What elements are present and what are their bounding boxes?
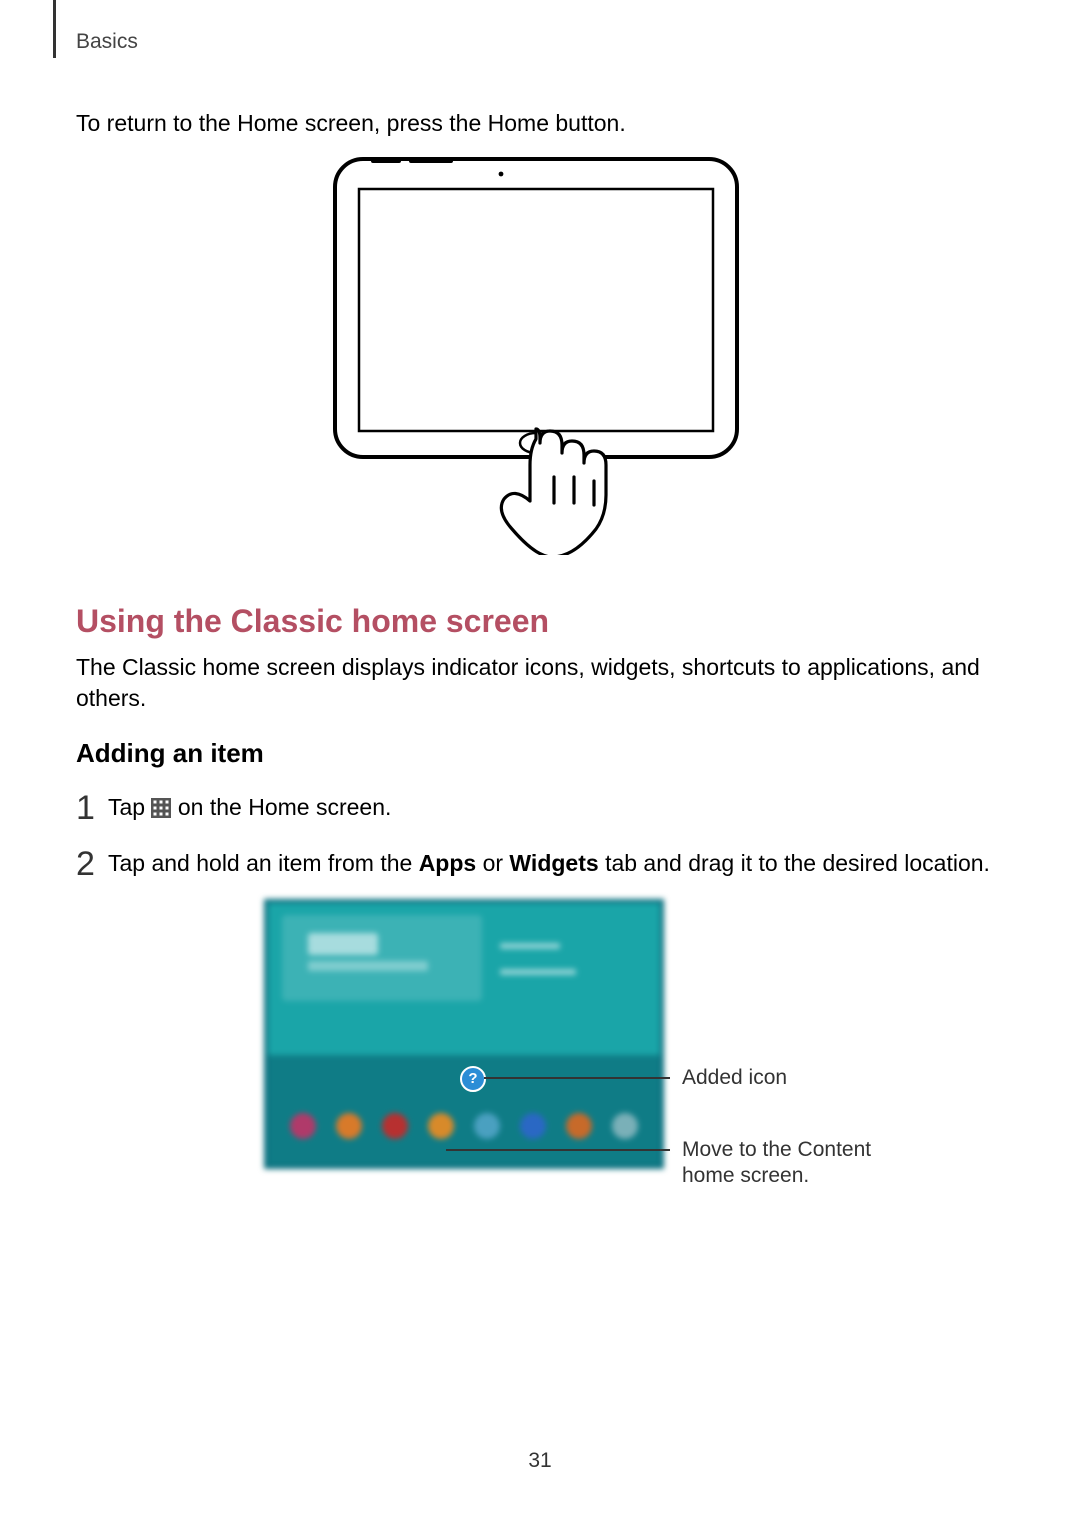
step-text: Tap and hold an item from the Apps or Wi…: [108, 848, 990, 879]
step2-bold-apps: Apps: [419, 850, 477, 876]
dock-icon: [566, 1113, 592, 1139]
home-screen-blur: [264, 899, 664, 1169]
dock-icon: [612, 1113, 638, 1139]
home-screen-figure: ? Added icon Move to the Content home sc…: [264, 899, 984, 1169]
page: Basics To return to the Home screen, pre…: [0, 0, 1080, 1527]
side-rule: [53, 0, 56, 58]
section-label: Basics: [76, 30, 138, 54]
widget-line-blur: [308, 961, 428, 971]
widget-blur: [500, 943, 560, 949]
dock-icon: [290, 1113, 316, 1139]
step2-pre: Tap and hold an item from the: [108, 850, 419, 876]
dock-icon: [336, 1113, 362, 1139]
label-move-content-l1: Move to the Content: [682, 1138, 871, 1161]
dock-blur: [268, 1107, 660, 1145]
label-move-content: Move to the Content home screen.: [682, 1137, 871, 1190]
leader-line-added-icon: [484, 1077, 670, 1079]
step2-bold-widgets: Widgets: [509, 850, 598, 876]
step-1: 1 Tap on the Home screen.: [76, 787, 996, 823]
step-2: 2 Tap and hold an item from the Apps or …: [76, 843, 996, 879]
classic-home-description: The Classic home screen displays indicat…: [76, 652, 996, 714]
step1-post: on the Home screen.: [178, 794, 392, 820]
content-area: To return to the Home screen, press the …: [76, 108, 996, 1169]
steps-list: 1 Tap on the Home screen. 2: [76, 787, 996, 879]
step2-mid: or: [483, 850, 510, 876]
dock-icon: [520, 1113, 546, 1139]
heading-using-classic-home: Using the Classic home screen: [76, 603, 996, 640]
intro-paragraph: To return to the Home screen, press the …: [76, 108, 996, 139]
step1-pre: Tap: [108, 794, 151, 820]
heading-adding-item: Adding an item: [76, 738, 996, 769]
tablet-press-home-illustration: [331, 155, 741, 555]
dock-icon: [474, 1113, 500, 1139]
step-number: 1: [76, 791, 108, 825]
page-number: 31: [0, 1449, 1080, 1473]
step-text: Tap on the Home screen.: [108, 792, 391, 823]
clock-blur: [308, 933, 378, 955]
dock-icon: [382, 1113, 408, 1139]
dock-icon: [428, 1113, 454, 1139]
step-number: 2: [76, 847, 108, 881]
label-added-icon: Added icon: [682, 1065, 787, 1091]
label-move-content-l2: home screen.: [682, 1164, 809, 1187]
widget-blur: [500, 969, 576, 975]
leader-line-move-content: [446, 1149, 670, 1151]
apps-grid-icon: [151, 798, 171, 818]
weather-widget-blur: [282, 915, 482, 1001]
step2-post: tab and drag it to the desired location.: [605, 850, 990, 876]
